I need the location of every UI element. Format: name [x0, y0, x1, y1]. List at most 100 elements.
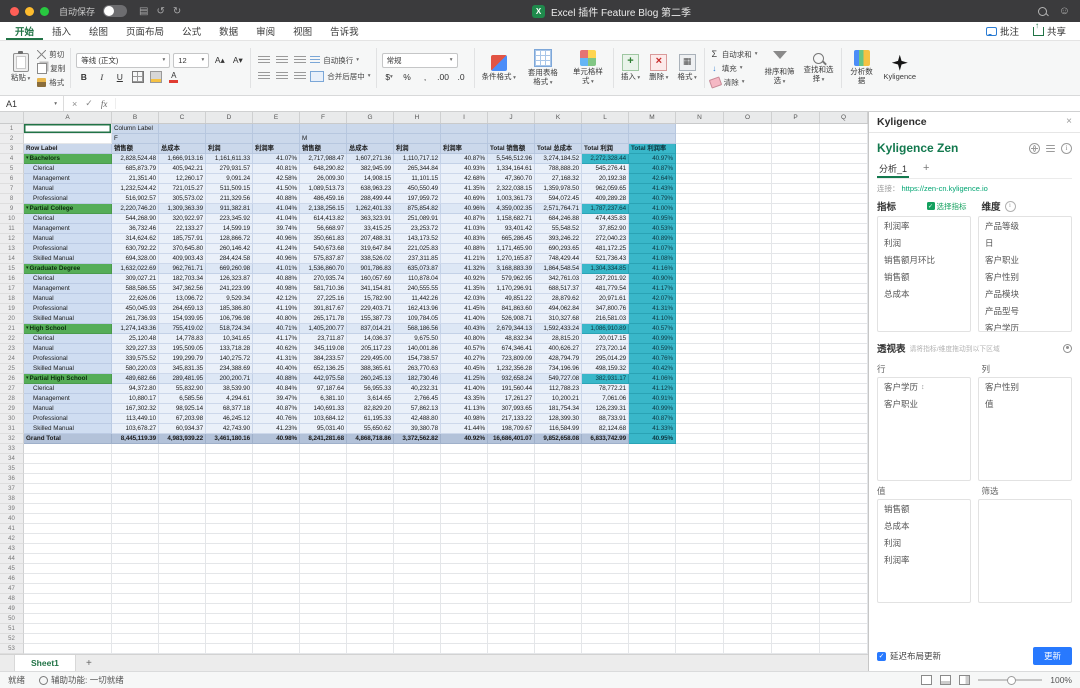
cell[interactable]: 320,922.97 [159, 214, 206, 224]
cell[interactable]: 41.33% [629, 424, 676, 434]
cell[interactable] [772, 504, 820, 514]
row-header-30[interactable]: 30 [0, 414, 24, 424]
row-label-cell[interactable] [24, 594, 112, 604]
cell[interactable]: 155,387.73 [347, 314, 394, 324]
cell[interactable] [772, 474, 820, 484]
cell[interactable] [724, 524, 772, 534]
cell[interactable] [820, 234, 868, 244]
dimension-item[interactable]: 客户性别 [979, 268, 1071, 285]
cell[interactable] [159, 484, 206, 494]
cell[interactable] [676, 544, 724, 554]
cell[interactable] [676, 424, 724, 434]
cell[interactable] [112, 644, 159, 654]
cell[interactable] [159, 494, 206, 504]
cell[interactable] [820, 274, 868, 284]
cell[interactable] [112, 624, 159, 634]
cell[interactable]: 200,200.71 [206, 374, 253, 384]
cell[interactable]: 98,925.14 [159, 404, 206, 414]
cell[interactable]: 409,903.43 [159, 254, 206, 264]
cell[interactable] [724, 324, 772, 334]
ribbon-tab-公式[interactable]: 公式 [173, 22, 210, 40]
cell[interactable]: 1,666,913.16 [159, 154, 206, 164]
cell[interactable] [300, 544, 347, 554]
cell[interactable] [488, 534, 535, 544]
row-label-cell[interactable] [24, 484, 112, 494]
cell[interactable] [112, 554, 159, 564]
cell[interactable] [676, 374, 724, 384]
comments-button[interactable]: 批注 [985, 24, 1019, 38]
cell[interactable]: 260,146.42 [206, 244, 253, 254]
cell[interactable]: 40.80% [441, 334, 488, 344]
cell[interactable]: 428,794.79 [535, 354, 582, 364]
ribbon-tab-插入[interactable]: 插入 [43, 22, 80, 40]
cell[interactable] [724, 244, 772, 254]
align-middle-button[interactable] [274, 54, 289, 67]
cell[interactable] [724, 374, 772, 384]
cell[interactable]: 42.58% [253, 174, 300, 184]
cell[interactable] [300, 584, 347, 594]
cell[interactable]: 103,678.27 [112, 424, 159, 434]
column-header-Q[interactable]: Q [820, 112, 868, 123]
feedback-icon[interactable]: ☺ [1059, 5, 1070, 17]
cell[interactable] [206, 644, 253, 654]
cell[interactable]: 14,599.19 [206, 224, 253, 234]
cell[interactable]: 40.45% [441, 364, 488, 374]
cell[interactable]: 450,045.93 [112, 304, 159, 314]
cell[interactable] [676, 304, 724, 314]
cell[interactable]: 55,548.52 [535, 224, 582, 234]
cell[interactable]: 544,268.90 [112, 214, 159, 224]
cell[interactable]: 15,782.90 [347, 294, 394, 304]
cell[interactable] [112, 564, 159, 574]
cell[interactable] [535, 514, 582, 524]
cell[interactable] [394, 634, 441, 644]
cell[interactable]: 6,585.56 [159, 394, 206, 404]
cell[interactable]: 264,659.13 [159, 304, 206, 314]
cell[interactable] [394, 514, 441, 524]
cell[interactable] [772, 284, 820, 294]
cell[interactable]: 442,975.58 [300, 374, 347, 384]
cell[interactable]: 40.40% [253, 364, 300, 374]
cell[interactable] [394, 134, 441, 144]
column-header-C[interactable]: C [159, 112, 206, 123]
cell[interactable] [206, 554, 253, 564]
cell[interactable]: 40.57% [441, 344, 488, 354]
cell[interactable] [772, 464, 820, 474]
cell[interactable] [112, 464, 159, 474]
cell[interactable]: 630,792.22 [112, 244, 159, 254]
cell[interactable]: 40.92% [441, 274, 488, 284]
cell[interactable]: 48,832.34 [488, 334, 535, 344]
row-label-cell[interactable]: Grand Total [24, 434, 112, 444]
cell[interactable] [820, 634, 868, 644]
cell[interactable]: 41.40% [441, 384, 488, 394]
row-header-44[interactable]: 44 [0, 554, 24, 564]
cell[interactable] [772, 264, 820, 274]
cell[interactable] [820, 534, 868, 544]
cell[interactable]: 41.23% [253, 424, 300, 434]
cell[interactable]: 41.03% [441, 224, 488, 234]
cell[interactable]: 347,362.56 [159, 284, 206, 294]
cell[interactable] [676, 554, 724, 564]
cell[interactable] [820, 144, 868, 154]
cell[interactable] [300, 464, 347, 474]
cell[interactable] [206, 134, 253, 144]
cell[interactable] [441, 464, 488, 474]
cell[interactable]: 41.10% [629, 314, 676, 324]
cell[interactable] [488, 544, 535, 554]
ribbon-tab-视图[interactable]: 视图 [284, 22, 321, 40]
cell[interactable] [112, 614, 159, 624]
row-header-48[interactable]: 48 [0, 594, 24, 604]
cell[interactable] [772, 444, 820, 454]
cell[interactable] [772, 274, 820, 284]
cell[interactable] [772, 334, 820, 344]
row-label-cell[interactable] [24, 524, 112, 534]
cell[interactable] [772, 424, 820, 434]
cell[interactable]: 5,546,512.96 [488, 154, 535, 164]
cell[interactable] [159, 444, 206, 454]
cell[interactable] [820, 364, 868, 374]
cell[interactable] [629, 564, 676, 574]
cell[interactable] [676, 644, 724, 654]
cell[interactable] [159, 584, 206, 594]
cell[interactable] [724, 514, 772, 524]
cell[interactable] [629, 584, 676, 594]
cell[interactable] [820, 494, 868, 504]
